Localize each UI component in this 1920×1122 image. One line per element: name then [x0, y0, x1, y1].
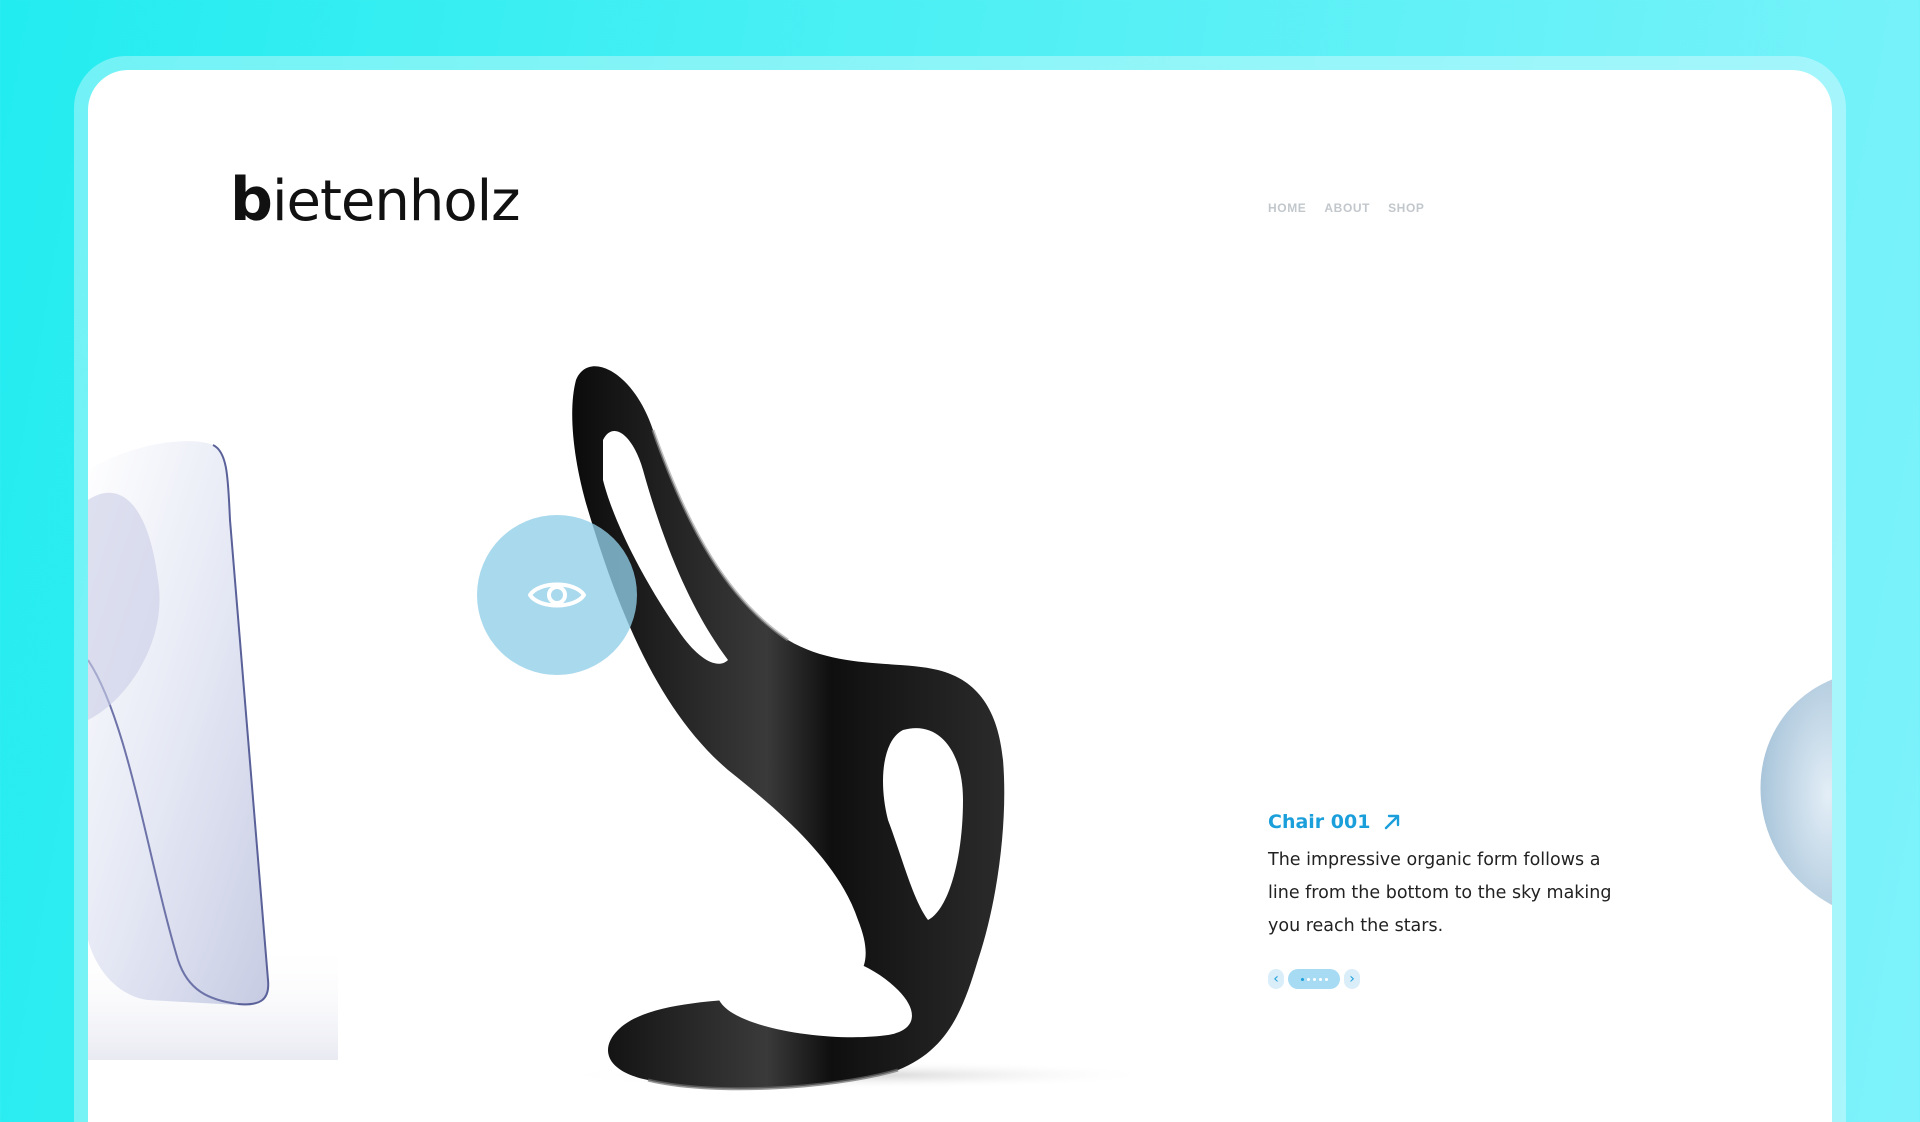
nav-item-home[interactable]: HOME: [1268, 201, 1306, 215]
product-description: The impressive organic form follows a li…: [1268, 850, 1612, 936]
pager-prev-button[interactable]: ‹: [1268, 969, 1284, 989]
glass-chair-image: [88, 441, 338, 1060]
product-info: Chair 001 The impressive organic form fo…: [1268, 806, 1668, 989]
logo-text: ietenholz: [271, 169, 521, 234]
pager-dots: [1288, 969, 1340, 989]
nav-item-about[interactable]: ABOUT: [1324, 201, 1370, 215]
pager-next-button[interactable]: ›: [1344, 969, 1360, 989]
eye-icon: [528, 582, 586, 608]
pager-dot[interactable]: [1318, 977, 1322, 981]
pager-dot[interactable]: [1324, 977, 1328, 981]
product-title[interactable]: Chair 001: [1268, 811, 1370, 833]
nav-item-shop[interactable]: SHOP: [1388, 201, 1424, 215]
arrow-up-right-icon[interactable]: [1382, 812, 1402, 832]
product-title-row: Chair 001: [1268, 806, 1668, 838]
brand-logo[interactable]: bietenholz: [230, 170, 521, 230]
main-nav: HOME ABOUT SHOP: [1268, 201, 1425, 215]
view-product-button[interactable]: [477, 515, 637, 675]
logo-bold-letter: b: [230, 165, 273, 235]
pager-dot[interactable]: [1306, 977, 1310, 981]
chair-image: [558, 366, 1158, 1091]
pager-dot[interactable]: [1312, 977, 1316, 981]
page-card: bietenholz HOME ABOUT SHOP Chair 001 The…: [88, 70, 1832, 1122]
next-product-preview: [1760, 679, 1832, 906]
carousel-pager: ‹ ›: [1268, 969, 1668, 989]
pager-dot[interactable]: [1300, 977, 1304, 981]
